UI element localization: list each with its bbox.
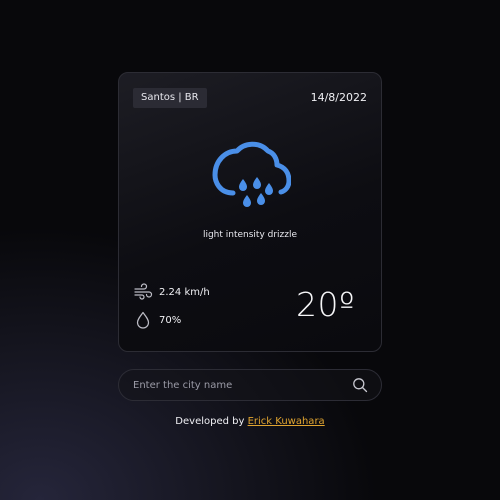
weather-description: light intensity drizzle bbox=[202, 230, 298, 240]
cloud-rain-icon bbox=[212, 141, 291, 207]
weather-card: Santos | BR 14/8/2022 light intensity dr… bbox=[118, 72, 382, 352]
wind-stat: 2.24 km/h bbox=[133, 282, 210, 302]
wind-speed: 2.24 km/h bbox=[159, 286, 210, 298]
city-search-bar bbox=[118, 369, 382, 401]
author-link[interactable]: Erick Kuwahara bbox=[248, 416, 325, 427]
footer-prefix: Developed by bbox=[175, 416, 248, 427]
date-label: 14/8/2022 bbox=[310, 91, 367, 104]
wind-icon bbox=[134, 283, 153, 300]
footer-credit: Developed by Erick Kuwahara bbox=[0, 416, 500, 427]
droplet-icon bbox=[136, 311, 150, 329]
city-badge: Santos | BR bbox=[133, 88, 207, 108]
search-icon[interactable] bbox=[352, 377, 368, 393]
humidity-value: 70% bbox=[159, 314, 182, 326]
city-search-input[interactable] bbox=[133, 370, 343, 400]
temperature-value: 20º bbox=[295, 285, 355, 324]
humidity-stat: 70% bbox=[133, 310, 181, 330]
